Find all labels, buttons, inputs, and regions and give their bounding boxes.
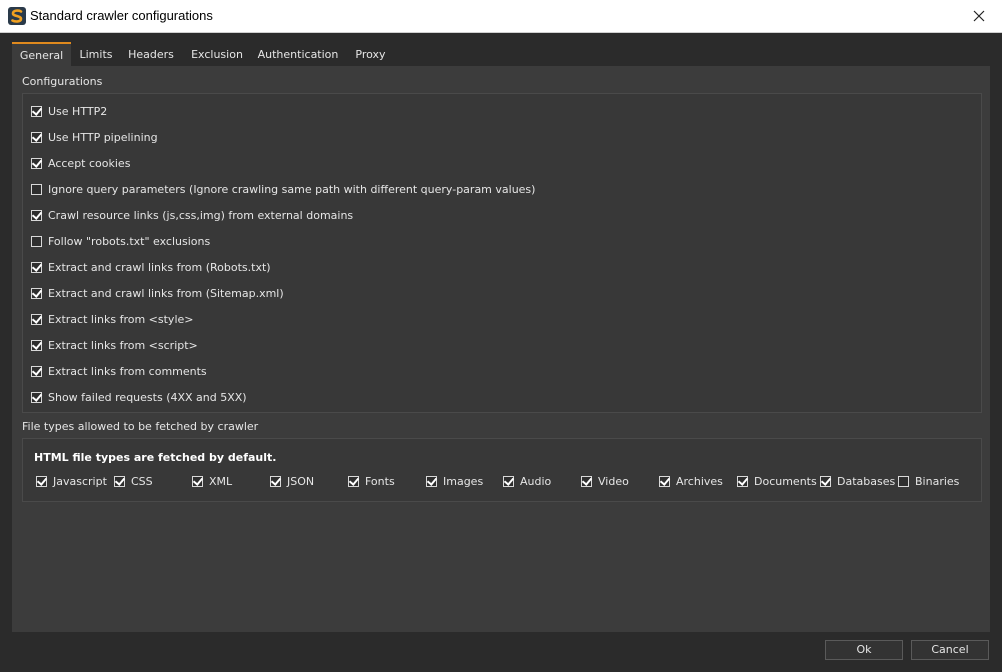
option-extract-comments[interactable]: Extract links from comments [31, 363, 207, 379]
window-title: Standard crawler configurations [30, 8, 213, 23]
configurations-group: Use HTTP2 Use HTTP pipelining Accept coo… [22, 93, 982, 413]
filetype-label: Images [443, 474, 484, 488]
tab-proxy[interactable]: Proxy [352, 42, 389, 66]
checkbox[interactable] [31, 105, 42, 117]
option-label: Accept cookies [48, 156, 131, 170]
filetype-label: Databases [837, 474, 896, 488]
option-label: Use HTTP pipelining [48, 130, 158, 144]
file-types-title: File types allowed to be fetched by craw… [22, 420, 259, 433]
checkbox[interactable] [31, 131, 42, 143]
option-accept-cookies[interactable]: Accept cookies [31, 155, 130, 171]
close-button[interactable] [956, 0, 1002, 32]
filetype-label: Javascript [53, 474, 107, 488]
option-extract-sitemap[interactable]: Extract and crawl links from (Sitemap.xm… [31, 285, 284, 301]
option-follow-robots[interactable]: Follow "robots.txt" exclusions [31, 233, 210, 249]
file-types-note: HTML file types are fetched by default. [34, 451, 277, 464]
checkbox[interactable] [31, 365, 42, 377]
filetype-json[interactable]: JSON [270, 473, 314, 489]
file-types-group: HTML file types are fetched by default. … [22, 438, 982, 502]
filetype-fonts[interactable]: Fonts [348, 473, 395, 489]
filetype-documents[interactable]: Documents [737, 473, 817, 489]
option-label: Extract links from <style> [48, 312, 194, 326]
general-panel: Configurations Use HTTP2 Use HTTP pipeli… [12, 66, 990, 632]
checkbox[interactable] [737, 475, 748, 487]
filetype-label: JSON [287, 474, 315, 488]
filetype-label: Archives [676, 474, 723, 488]
checkbox[interactable] [270, 475, 281, 487]
option-extract-robots[interactable]: Extract and crawl links from (Robots.txt… [31, 259, 271, 275]
tab-authentication[interactable]: Authentication [255, 42, 341, 66]
filetype-label: Video [598, 474, 629, 488]
checkbox[interactable] [114, 475, 125, 487]
filetype-label: XML [209, 474, 233, 488]
option-label: Extract links from <script> [48, 338, 198, 352]
checkbox[interactable] [348, 475, 359, 487]
option-extract-script[interactable]: Extract links from <script> [31, 337, 198, 353]
option-label: Follow "robots.txt" exclusions [48, 234, 211, 248]
filetype-javascript[interactable]: Javascript [36, 473, 107, 489]
app-logo-icon [8, 7, 26, 25]
checkbox[interactable] [31, 157, 42, 169]
filetype-archives[interactable]: Archives [659, 473, 723, 489]
tab-exclusion[interactable]: Exclusion [186, 42, 248, 66]
option-label: Crawl resource links (js,css,img) from e… [48, 208, 354, 222]
checkbox[interactable] [31, 287, 42, 299]
checkbox[interactable] [36, 475, 47, 487]
tab-strip: General Limits Headers Exclusion Authent… [12, 42, 990, 66]
option-label: Ignore query parameters (Ignore crawling… [48, 182, 536, 196]
filetype-label: CSS [131, 474, 153, 488]
checkbox[interactable] [192, 475, 203, 487]
filetype-audio[interactable]: Audio [503, 473, 551, 489]
option-use-http2[interactable]: Use HTTP2 [31, 103, 107, 119]
checkbox[interactable] [31, 209, 42, 221]
checkbox[interactable] [581, 475, 592, 487]
filetype-xml[interactable]: XML [192, 473, 232, 489]
checkbox[interactable] [820, 475, 831, 487]
ok-button[interactable]: Ok [825, 640, 903, 660]
title-bar: Standard crawler configurations [0, 0, 1002, 33]
filetype-label: Fonts [365, 474, 395, 488]
checkbox[interactable] [31, 235, 42, 247]
checkbox[interactable] [31, 183, 42, 195]
filetype-css[interactable]: CSS [114, 473, 153, 489]
filetype-label: Audio [520, 474, 552, 488]
checkbox[interactable] [659, 475, 670, 487]
option-use-http-pipelining[interactable]: Use HTTP pipelining [31, 129, 158, 145]
filetype-label: Binaries [915, 474, 960, 488]
checkbox[interactable] [31, 339, 42, 351]
option-ignore-query-params[interactable]: Ignore query parameters (Ignore crawling… [31, 181, 535, 197]
option-extract-style[interactable]: Extract links from <style> [31, 311, 193, 327]
checkbox[interactable] [426, 475, 437, 487]
option-label: Show failed requests (4XX and 5XX) [48, 390, 247, 404]
checkbox[interactable] [31, 313, 42, 325]
option-crawl-resource-links[interactable]: Crawl resource links (js,css,img) from e… [31, 207, 353, 223]
option-label: Extract and crawl links from (Sitemap.xm… [48, 286, 284, 300]
cancel-button[interactable]: Cancel [911, 640, 989, 660]
option-label: Extract and crawl links from (Robots.txt… [48, 260, 271, 274]
checkbox[interactable] [31, 261, 42, 273]
filetype-databases[interactable]: Databases [820, 473, 895, 489]
tab-limits[interactable]: Limits [75, 42, 117, 66]
checkbox[interactable] [31, 391, 42, 403]
option-show-failed[interactable]: Show failed requests (4XX and 5XX) [31, 389, 247, 405]
close-icon [973, 10, 985, 22]
filetype-binaries[interactable]: Binaries [898, 473, 959, 489]
configurations-title: Configurations [22, 75, 103, 88]
filetype-label: Documents [754, 474, 817, 488]
tab-general[interactable]: General [12, 42, 71, 66]
checkbox[interactable] [898, 475, 909, 487]
option-label: Use HTTP2 [48, 104, 108, 118]
filetype-video[interactable]: Video [581, 473, 629, 489]
tab-headers[interactable]: Headers [124, 42, 178, 66]
option-label: Extract links from comments [48, 364, 207, 378]
filetype-images[interactable]: Images [426, 473, 483, 489]
checkbox[interactable] [503, 475, 514, 487]
